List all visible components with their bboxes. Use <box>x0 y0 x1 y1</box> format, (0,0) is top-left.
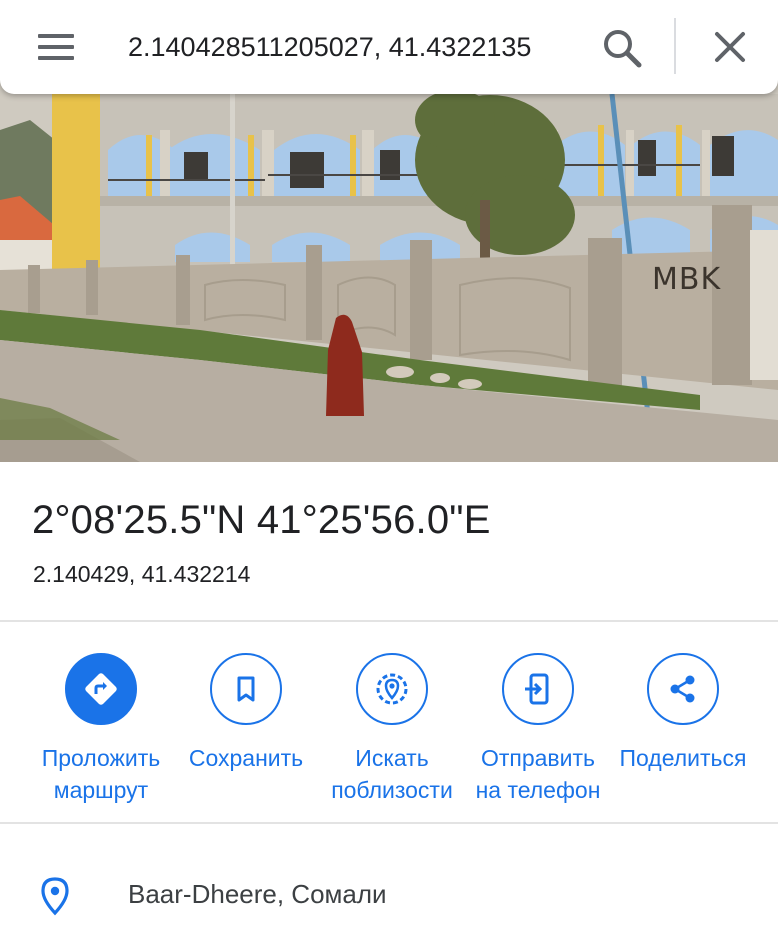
search-input[interactable] <box>128 24 580 70</box>
send-to-phone-label: Отправить на телефон <box>475 745 601 803</box>
address-text: Baar-Dheere, Сомали <box>128 879 387 909</box>
share-button[interactable]: Поделиться <box>608 653 758 774</box>
coordinates-decimal: 2.140429, 41.432214 <box>33 561 251 587</box>
save-label: Сохранить <box>188 745 304 771</box>
divider <box>0 822 778 824</box>
send-to-phone-button[interactable]: Отправить на телефон <box>463 653 613 806</box>
search-divider <box>674 18 676 74</box>
close-icon <box>715 32 745 62</box>
send-to-phone-icon <box>525 673 549 705</box>
hamburger-menu-icon <box>38 34 74 38</box>
close-button[interactable] <box>706 24 754 70</box>
search-button[interactable] <box>598 24 646 70</box>
directions-icon <box>85 673 117 705</box>
wall-graffiti: MBK <box>652 262 722 297</box>
directions-label: Проложить маршрут <box>41 745 161 803</box>
bookmark-icon <box>237 676 255 702</box>
nearby-search-label: Искать поблизости <box>331 745 453 803</box>
menu-button[interactable] <box>26 26 86 68</box>
share-icon <box>670 675 695 703</box>
search-bar <box>0 0 778 94</box>
divider <box>0 620 778 622</box>
nearby-search-button[interactable]: Искать поблизости <box>317 653 467 806</box>
save-button[interactable]: Сохранить <box>171 653 321 774</box>
search-icon <box>604 30 642 68</box>
directions-button[interactable]: Проложить маршрут <box>26 653 176 806</box>
coordinates-dms: 2°08'25.5"N 41°25'56.0"E <box>32 498 491 542</box>
nearby-search-icon <box>376 673 408 705</box>
location-pin-icon <box>41 877 69 916</box>
address-row[interactable]: Baar-Dheere, Сомали <box>0 862 778 926</box>
share-label: Поделиться <box>619 745 747 771</box>
